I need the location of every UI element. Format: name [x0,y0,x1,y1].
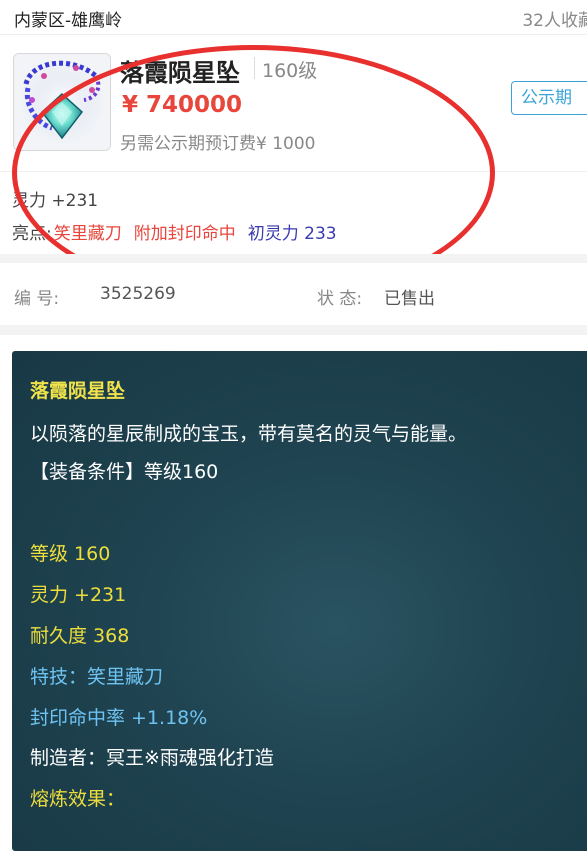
favorites-count[interactable]: 32人收藏 [522,6,587,31]
tooltip-title: 落霞陨星坠 [30,380,126,402]
spirit-stat: 灵力 +231 [12,191,99,211]
tooltip-special-skill: 特技：笑里藏刀 [30,666,164,688]
item-card[interactable]: 落霞陨星坠 160级 ¥ 740000 另需公示期预订费¥ 1000 公示期 灵… [0,35,587,301]
tooltip-refine: 熔炼效果： [30,788,126,810]
highlights-label: 亮点: [12,224,52,244]
section-gap [0,325,587,335]
highlight-tag: 初灵力 233 [247,224,337,244]
tooltip-spirit: 灵力 +231 [30,584,127,606]
id-value: 3525269 [100,284,176,304]
item-level: 160级 [262,60,318,82]
id-label: 编 号: [14,289,60,309]
server-name: 内蒙区-雄鹰岭 [14,11,123,31]
tooltip-seal-hit: 封印命中率 +1.18% [30,707,208,729]
tooltip-level: 等级 160 [30,543,111,565]
highlight-tag: 笑里藏刀 [53,224,122,244]
tooltip-maker: 制造者：冥王※雨魂强化打造 [30,747,274,769]
top-bar: 内蒙区-雄鹰岭 32人收藏 [0,0,587,35]
divider [0,171,587,172]
highlight-tag: 附加封印命中 [133,224,236,244]
section-gap [0,254,587,263]
highlights-row: 亮点: 笑里藏刀 附加封印命中 初灵力 233 [12,219,337,244]
jade-pendant-icon[interactable] [13,53,111,151]
status-value: 已售出 [384,289,435,309]
tooltip-description: 以陨落的星辰制成的宝玉，带有莫名的灵气与能量。 [30,423,468,445]
tooltip-durability: 耐久度 368 [30,625,130,647]
divider [254,57,255,79]
info-row: 编 号: 3525269 状 态: 已售出 [0,263,587,325]
tooltip-requirement: 【装备条件】等级160 [30,461,219,483]
item-price: ¥ 740000 [122,92,243,118]
public-period-button[interactable]: 公示期 [511,81,587,115]
status-label: 状 态: [317,289,363,309]
item-name: 落霞陨星坠 [120,59,240,87]
item-tooltip-panel: 落霞陨星坠 以陨落的星辰制成的宝玉，带有莫名的灵气与能量。 【装备条件】等级16… [12,351,587,851]
reservation-fee: 另需公示期预订费¥ 1000 [120,134,316,154]
